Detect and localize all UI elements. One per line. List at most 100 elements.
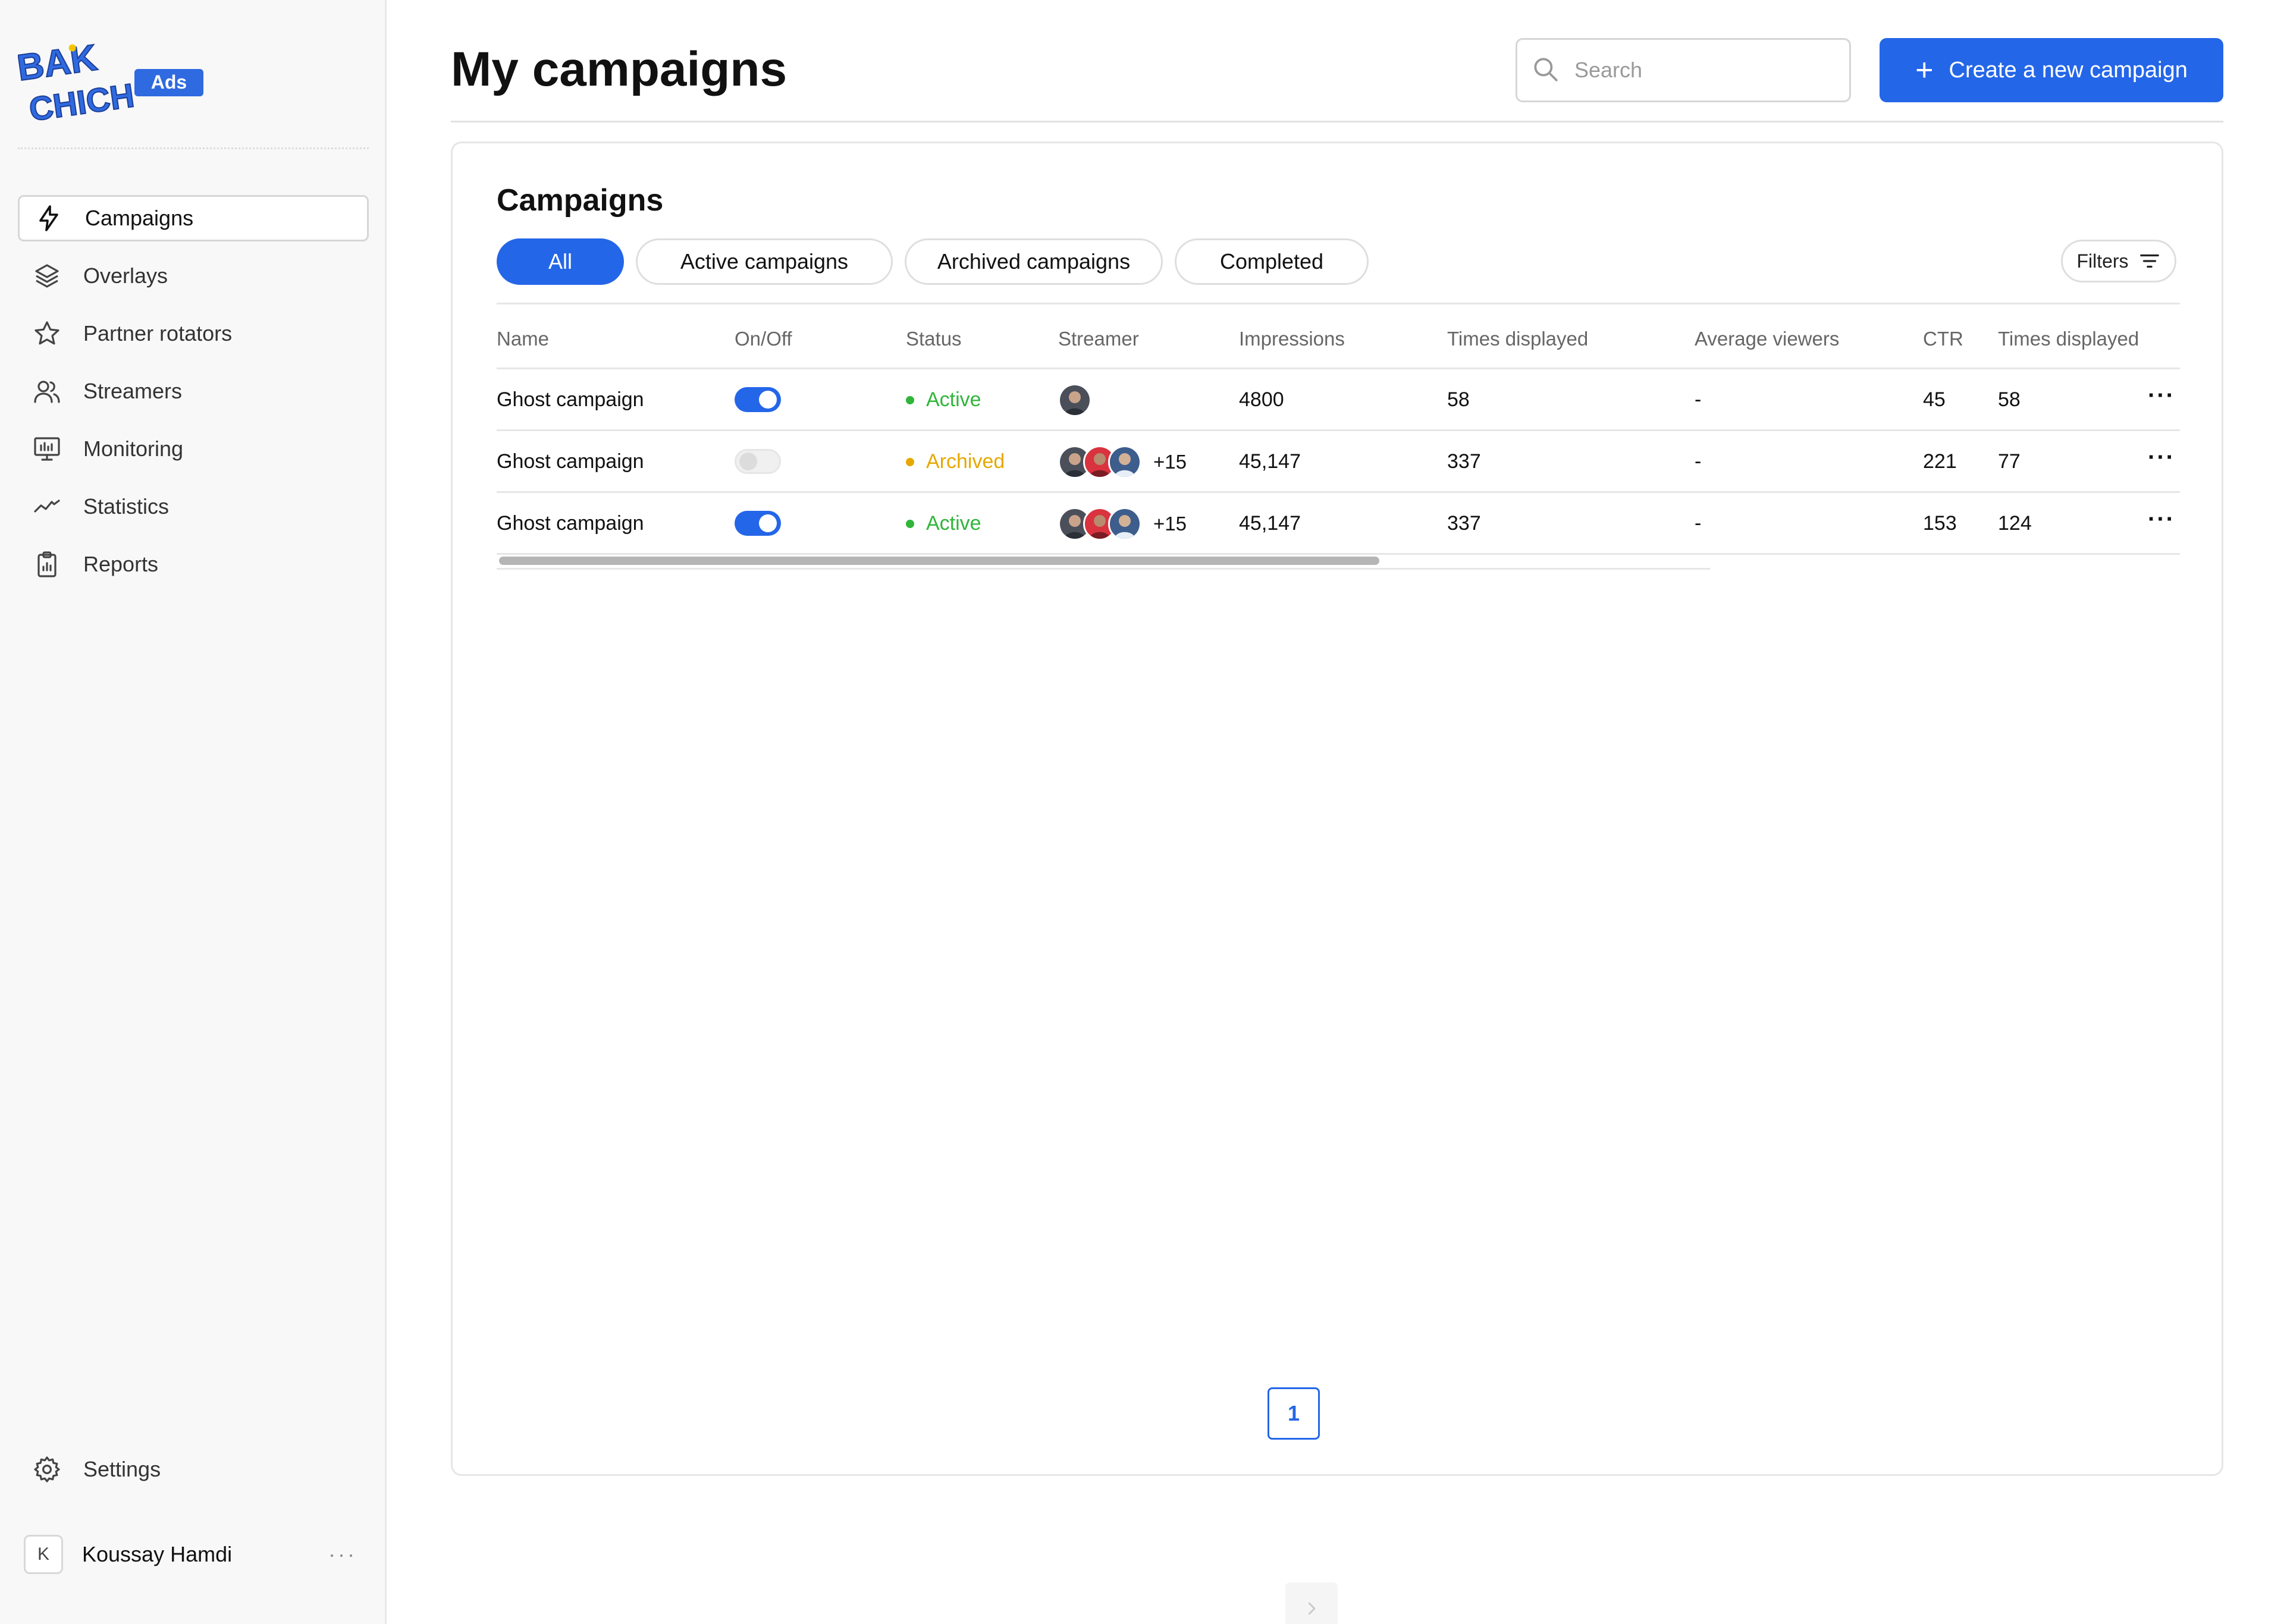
toggle-knob (739, 453, 757, 470)
create-campaign-button[interactable]: + Create a new campaign (1880, 38, 2223, 102)
sidebar-item-reports[interactable]: Reports (18, 541, 369, 588)
user-more-button[interactable]: ··· (328, 1542, 357, 1567)
column-header-status[interactable]: Status (906, 328, 962, 350)
sidebar-item-monitoring[interactable]: Monitoring (18, 426, 369, 472)
status-label: Active (926, 388, 981, 411)
gear-icon (32, 1455, 62, 1484)
tab-active-campaigns[interactable]: Active campaigns (636, 238, 893, 285)
main-nav: Campaigns Overlays Partner rotators Stre… (18, 195, 369, 599)
sidebar-item-settings[interactable]: Settings (18, 1446, 369, 1493)
sidebar-item-label: Settings (83, 1457, 161, 1481)
average-viewers-value: - (1695, 450, 1702, 473)
scrollbar-thumb[interactable] (499, 557, 1379, 565)
campaign-name[interactable]: Ghost campaign (497, 388, 644, 412)
more-streamers-count: +15 (1153, 451, 1187, 473)
search-input[interactable] (1574, 58, 1824, 83)
sidebar-item-partner-rotators[interactable]: Partner rotators (18, 310, 369, 357)
column-header-ctr[interactable]: CTR (1923, 328, 1963, 350)
tab-all[interactable]: All (497, 238, 624, 285)
average-viewers-value: - (1695, 388, 1702, 411)
campaigns-title: Campaigns (497, 183, 664, 218)
status-badge: Archived (906, 450, 1005, 473)
times-displayed-2-value: 77 (1998, 450, 2021, 473)
monitor-icon (32, 434, 62, 464)
filters-button[interactable]: Filters (2061, 240, 2176, 282)
row-more-icon[interactable]: ··· (2148, 382, 2175, 409)
times-displayed-2-value: 124 (1998, 512, 2032, 535)
bakchich-ads-logo[interactable]: BAK CHICH Ads (14, 36, 208, 131)
sidebar-item-statistics[interactable]: Statistics (18, 483, 369, 530)
row-more-icon[interactable]: ··· (2148, 506, 2175, 533)
next-page-button[interactable] (1285, 1582, 1338, 1624)
streamer-avatars[interactable]: +15 (1058, 507, 1187, 541)
logo-divider (18, 147, 369, 149)
streamer-avatar (1058, 384, 1091, 417)
column-header-name[interactable]: Name (497, 328, 549, 350)
page-number-button[interactable]: 1 (1268, 1387, 1320, 1440)
streamer-avatars[interactable]: +15 (1058, 445, 1187, 479)
streamer-avatar (1108, 507, 1141, 541)
filter-icon (2139, 254, 2159, 268)
impressions-value: 45,147 (1239, 512, 1301, 535)
column-header-impressions[interactable]: Impressions (1239, 328, 1345, 350)
column-header-times-displayed[interactable]: Times displayed (1447, 328, 1588, 350)
toggle-knob (759, 391, 777, 409)
sidebar-item-label: Statistics (83, 494, 170, 519)
search-icon (1530, 54, 1560, 87)
star-icon (32, 319, 62, 348)
search-box[interactable] (1516, 38, 1851, 102)
filters-label: Filters (2076, 250, 2129, 272)
status-badge: Active (906, 512, 981, 535)
avatar: K (24, 1535, 63, 1574)
settings-section: Settings (18, 1446, 369, 1504)
more-streamers-count: +15 (1153, 513, 1187, 535)
status-badge: Active (906, 388, 981, 412)
horizontal-scrollbar[interactable] (497, 553, 1710, 570)
pagination: 1 (1268, 1387, 1338, 1624)
on-off-toggle[interactable] (735, 387, 781, 412)
lightning-icon (34, 203, 64, 233)
column-header-on-off[interactable]: On/Off (735, 328, 792, 350)
toggle-knob (759, 514, 777, 532)
on-off-toggle[interactable] (735, 511, 781, 536)
sidebar-item-streamers[interactable]: Streamers (18, 368, 369, 414)
logo-mark: BAK CHICH Ads (14, 36, 203, 128)
column-header-average-viewers[interactable]: Average viewers (1695, 328, 1839, 350)
trend-line-icon (32, 492, 62, 522)
times-displayed-value: 58 (1447, 388, 1470, 411)
table-row[interactable]: Ghost campaign Archived +15 45,147 337 -… (497, 431, 2180, 493)
sidebar-item-label: Campaigns (85, 206, 194, 230)
ctr-value: 221 (1923, 450, 1957, 473)
campaign-name[interactable]: Ghost campaign (497, 450, 644, 473)
sidebar-item-campaigns[interactable]: Campaigns (18, 195, 369, 241)
create-campaign-label: Create a new campaign (1949, 57, 2188, 83)
times-displayed-value: 337 (1447, 450, 1481, 473)
column-header-times-displayed-2[interactable]: Times displayed (1998, 328, 2139, 350)
table-row[interactable]: Ghost campaign Active +15 45,147 337 - 1… (497, 493, 2180, 555)
status-dot (906, 457, 914, 466)
campaigns-table: Name On/Off Status Streamer Impressions … (497, 305, 2180, 555)
streamer-avatars[interactable] (1058, 384, 1091, 417)
status-dot (906, 519, 914, 528)
table-row[interactable]: Ghost campaign Active 4800 58 - 45 58 ··… (497, 369, 2180, 431)
times-displayed-value: 337 (1447, 512, 1481, 535)
status-label: Active (926, 512, 981, 535)
column-header-streamer[interactable]: Streamer (1058, 328, 1139, 350)
sidebar-item-label: Monitoring (83, 436, 184, 461)
campaigns-card: Campaigns All Active campaigns Archived … (451, 142, 2223, 1624)
row-more-icon[interactable]: ··· (2148, 444, 2175, 471)
tab-archived-campaigns[interactable]: Archived campaigns (905, 238, 1163, 285)
chevron-right-icon (1308, 1602, 1316, 1615)
on-off-toggle[interactable] (735, 449, 781, 474)
user-profile[interactable]: K Koussay Hamdi ··· (24, 1533, 357, 1576)
tab-completed[interactable]: Completed (1175, 238, 1369, 285)
sidebar: BAK CHICH Ads Campaigns Overlays Partner… (0, 0, 387, 1624)
campaign-name[interactable]: Ghost campaign (497, 512, 644, 535)
average-viewers-value: - (1695, 512, 1702, 535)
table-header: Name On/Off Status Streamer Impressions … (497, 305, 2180, 369)
sidebar-item-label: Reports (83, 552, 159, 576)
sidebar-item-overlays[interactable]: Overlays (18, 253, 369, 299)
ads-badge: Ads (151, 71, 187, 93)
tabs-divider (497, 303, 2180, 304)
page-title: My campaigns (451, 42, 788, 96)
